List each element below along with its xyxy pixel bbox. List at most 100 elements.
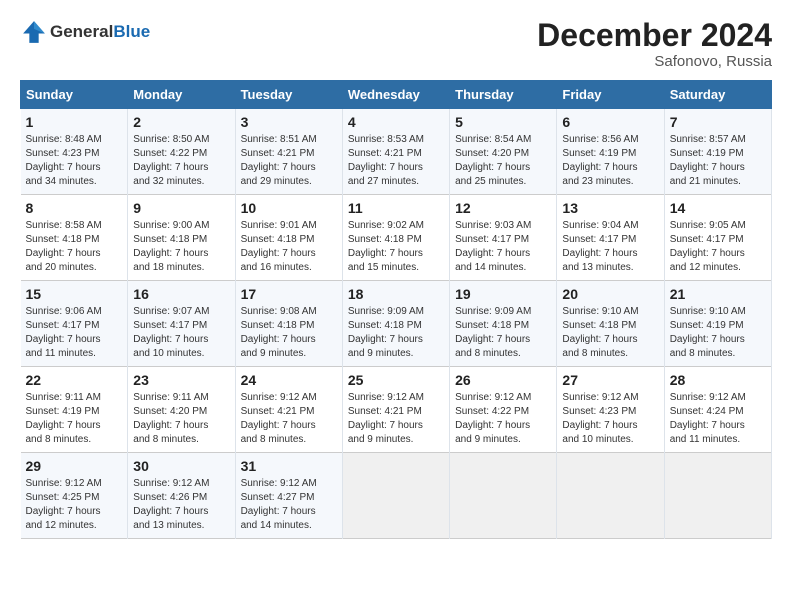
header-day-wednesday: Wednesday: [342, 81, 449, 109]
day-number: 4: [348, 113, 444, 132]
calendar-cell: 21Sunrise: 9:10 AMSunset: 4:19 PMDayligh…: [664, 280, 771, 366]
day-info: Sunrise: 9:12 AMSunset: 4:26 PMDaylight:…: [133, 477, 229, 533]
day-info: Sunrise: 9:12 AMSunset: 4:24 PMDaylight:…: [670, 391, 766, 447]
day-info: Sunrise: 8:56 AMSunset: 4:19 PMDaylight:…: [562, 133, 658, 189]
calendar-cell: 2Sunrise: 8:50 AMSunset: 4:22 PMDaylight…: [128, 109, 235, 195]
day-number: 20: [562, 285, 658, 304]
calendar-week-row: 15Sunrise: 9:06 AMSunset: 4:17 PMDayligh…: [21, 280, 772, 366]
calendar-cell: 3Sunrise: 8:51 AMSunset: 4:21 PMDaylight…: [235, 109, 342, 195]
day-info: Sunrise: 9:11 AMSunset: 4:19 PMDaylight:…: [26, 391, 123, 447]
calendar-cell: 18Sunrise: 9:09 AMSunset: 4:18 PMDayligh…: [342, 280, 449, 366]
day-info: Sunrise: 9:12 AMSunset: 4:23 PMDaylight:…: [562, 391, 658, 447]
calendar-week-row: 8Sunrise: 8:58 AMSunset: 4:18 PMDaylight…: [21, 195, 772, 281]
day-info: Sunrise: 8:57 AMSunset: 4:19 PMDaylight:…: [670, 133, 766, 189]
calendar-cell: 23Sunrise: 9:11 AMSunset: 4:20 PMDayligh…: [128, 366, 235, 452]
day-info: Sunrise: 9:04 AMSunset: 4:17 PMDaylight:…: [562, 219, 658, 275]
day-info: Sunrise: 9:12 AMSunset: 4:25 PMDaylight:…: [26, 477, 123, 533]
header-day-tuesday: Tuesday: [235, 81, 342, 109]
day-number: 6: [562, 113, 658, 132]
day-number: 27: [562, 371, 658, 390]
day-number: 8: [26, 199, 123, 218]
calendar-cell: 1Sunrise: 8:48 AMSunset: 4:23 PMDaylight…: [21, 109, 128, 195]
calendar-cell: [664, 452, 771, 538]
day-number: 31: [241, 457, 337, 476]
day-number: 12: [455, 199, 551, 218]
calendar-cell: 4Sunrise: 8:53 AMSunset: 4:21 PMDaylight…: [342, 109, 449, 195]
day-info: Sunrise: 9:09 AMSunset: 4:18 PMDaylight:…: [348, 305, 444, 361]
header: GeneralBlue December 2024 Safonovo, Russ…: [20, 18, 772, 70]
calendar-cell: 29Sunrise: 9:12 AMSunset: 4:25 PMDayligh…: [21, 452, 128, 538]
calendar-cell: 22Sunrise: 9:11 AMSunset: 4:19 PMDayligh…: [21, 366, 128, 452]
day-info: Sunrise: 8:54 AMSunset: 4:20 PMDaylight:…: [455, 133, 551, 189]
day-number: 21: [670, 285, 766, 304]
logo-text: GeneralBlue: [50, 22, 150, 42]
day-info: Sunrise: 9:11 AMSunset: 4:20 PMDaylight:…: [133, 391, 229, 447]
calendar-cell: 26Sunrise: 9:12 AMSunset: 4:22 PMDayligh…: [450, 366, 557, 452]
calendar-cell: 12Sunrise: 9:03 AMSunset: 4:17 PMDayligh…: [450, 195, 557, 281]
day-number: 11: [348, 199, 444, 218]
day-info: Sunrise: 9:10 AMSunset: 4:19 PMDaylight:…: [670, 305, 766, 361]
calendar-cell: 15Sunrise: 9:06 AMSunset: 4:17 PMDayligh…: [21, 280, 128, 366]
calendar-week-row: 29Sunrise: 9:12 AMSunset: 4:25 PMDayligh…: [21, 452, 772, 538]
day-number: 17: [241, 285, 337, 304]
calendar-week-row: 22Sunrise: 9:11 AMSunset: 4:19 PMDayligh…: [21, 366, 772, 452]
day-number: 7: [670, 113, 766, 132]
day-info: Sunrise: 9:03 AMSunset: 4:17 PMDaylight:…: [455, 219, 551, 275]
header-day-friday: Friday: [557, 81, 664, 109]
title-block: December 2024 Safonovo, Russia: [537, 18, 772, 70]
day-number: 5: [455, 113, 551, 132]
calendar-cell: 11Sunrise: 9:02 AMSunset: 4:18 PMDayligh…: [342, 195, 449, 281]
calendar-cell: [557, 452, 664, 538]
calendar-location: Safonovo, Russia: [537, 53, 772, 70]
header-day-thursday: Thursday: [450, 81, 557, 109]
day-info: Sunrise: 9:12 AMSunset: 4:27 PMDaylight:…: [241, 477, 337, 533]
day-info: Sunrise: 8:58 AMSunset: 4:18 PMDaylight:…: [26, 219, 123, 275]
day-info: Sunrise: 9:08 AMSunset: 4:18 PMDaylight:…: [241, 305, 337, 361]
day-number: 30: [133, 457, 229, 476]
day-number: 19: [455, 285, 551, 304]
day-info: Sunrise: 8:48 AMSunset: 4:23 PMDaylight:…: [26, 133, 123, 189]
calendar-cell: 31Sunrise: 9:12 AMSunset: 4:27 PMDayligh…: [235, 452, 342, 538]
header-day-saturday: Saturday: [664, 81, 771, 109]
day-info: Sunrise: 9:09 AMSunset: 4:18 PMDaylight:…: [455, 305, 551, 361]
calendar-cell: 17Sunrise: 9:08 AMSunset: 4:18 PMDayligh…: [235, 280, 342, 366]
logo: GeneralBlue: [20, 18, 150, 46]
calendar-cell: 10Sunrise: 9:01 AMSunset: 4:18 PMDayligh…: [235, 195, 342, 281]
calendar-cell: 19Sunrise: 9:09 AMSunset: 4:18 PMDayligh…: [450, 280, 557, 366]
day-info: Sunrise: 9:12 AMSunset: 4:22 PMDaylight:…: [455, 391, 551, 447]
calendar-cell: 25Sunrise: 9:12 AMSunset: 4:21 PMDayligh…: [342, 366, 449, 452]
day-number: 24: [241, 371, 337, 390]
day-number: 2: [133, 113, 229, 132]
day-info: Sunrise: 9:01 AMSunset: 4:18 PMDaylight:…: [241, 219, 337, 275]
day-number: 1: [26, 113, 123, 132]
day-number: 28: [670, 371, 766, 390]
logo-icon: [20, 18, 48, 46]
calendar-cell: 30Sunrise: 9:12 AMSunset: 4:26 PMDayligh…: [128, 452, 235, 538]
calendar-cell: 5Sunrise: 8:54 AMSunset: 4:20 PMDaylight…: [450, 109, 557, 195]
day-number: 23: [133, 371, 229, 390]
day-number: 22: [26, 371, 123, 390]
day-info: Sunrise: 9:12 AMSunset: 4:21 PMDaylight:…: [348, 391, 444, 447]
calendar-cell: [342, 452, 449, 538]
day-number: 3: [241, 113, 337, 132]
day-info: Sunrise: 9:05 AMSunset: 4:17 PMDaylight:…: [670, 219, 766, 275]
day-number: 25: [348, 371, 444, 390]
day-info: Sunrise: 9:06 AMSunset: 4:17 PMDaylight:…: [26, 305, 123, 361]
calendar-header-row: SundayMondayTuesdayWednesdayThursdayFrid…: [21, 81, 772, 109]
day-number: 16: [133, 285, 229, 304]
calendar-cell: 7Sunrise: 8:57 AMSunset: 4:19 PMDaylight…: [664, 109, 771, 195]
day-info: Sunrise: 9:02 AMSunset: 4:18 PMDaylight:…: [348, 219, 444, 275]
day-number: 9: [133, 199, 229, 218]
day-number: 18: [348, 285, 444, 304]
calendar-cell: 24Sunrise: 9:12 AMSunset: 4:21 PMDayligh…: [235, 366, 342, 452]
day-number: 14: [670, 199, 766, 218]
calendar-cell: 27Sunrise: 9:12 AMSunset: 4:23 PMDayligh…: [557, 366, 664, 452]
day-number: 26: [455, 371, 551, 390]
day-info: Sunrise: 8:51 AMSunset: 4:21 PMDaylight:…: [241, 133, 337, 189]
calendar-cell: 13Sunrise: 9:04 AMSunset: 4:17 PMDayligh…: [557, 195, 664, 281]
calendar-table: SundayMondayTuesdayWednesdayThursdayFrid…: [20, 80, 772, 538]
calendar-cell: 16Sunrise: 9:07 AMSunset: 4:17 PMDayligh…: [128, 280, 235, 366]
day-info: Sunrise: 9:00 AMSunset: 4:18 PMDaylight:…: [133, 219, 229, 275]
calendar-title: December 2024: [537, 18, 772, 53]
day-number: 29: [26, 457, 123, 476]
